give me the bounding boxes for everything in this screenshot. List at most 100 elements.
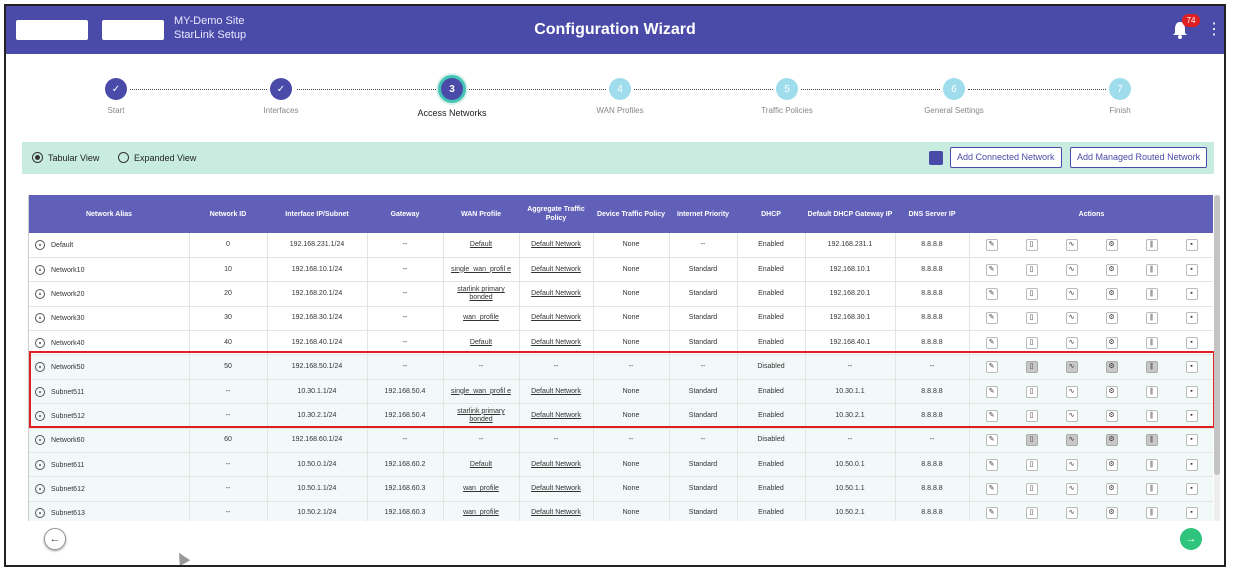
copy-icon[interactable]: ▯ [1025,336,1038,349]
export-icon[interactable] [929,151,943,165]
copy-icon[interactable]: ▯ [1025,287,1038,300]
delete-icon[interactable]: ▪ [1185,287,1198,300]
delete-icon[interactable]: ▪ [1185,238,1198,251]
table-row[interactable]: Network40 40 192.168.40.1/24 -- Default Defau… [29,330,1213,356]
table-row[interactable]: Network30 30 192.168.30.1/24 -- wan_profile D… [29,306,1213,332]
chart-icon[interactable]: ∿ [1065,458,1078,471]
delete-icon[interactable]: ▪ [1185,312,1198,325]
settings-icon[interactable]: ⚙ [1105,385,1118,398]
edit-icon[interactable]: ✎ [985,458,998,471]
edit-icon[interactable]: ✎ [985,312,998,325]
settings-icon[interactable]: ⚙ [1105,483,1118,496]
edit-icon[interactable]: ✎ [985,385,998,398]
settings-icon[interactable]: ⚙ [1105,287,1118,300]
table-scrollbar[interactable] [1214,195,1220,521]
column-header[interactable]: WAN Profile [443,195,519,233]
column-header[interactable]: Internet Priority [669,195,737,233]
column-header[interactable]: Default DHCP Gateway IP [805,195,895,233]
table-row[interactable]: Subnet611 -- 10.50.0.1/24 192.168.60.2 Defau… [29,452,1213,478]
chart-icon[interactable]: ∿ [1065,409,1078,422]
step-7[interactable]: 7 Finish [1070,64,1170,115]
traffic-policy-link[interactable]: Default Network [531,290,581,297]
traffic-policy-link[interactable]: Default Network [531,314,581,321]
step-6[interactable]: 6 General Settings [904,64,1004,115]
chart-icon[interactable]: ∿ [1065,238,1078,251]
table-row[interactable]: Subnet512 -- 10.30.2.1/24 192.168.50.4 starl… [29,403,1213,429]
step-5[interactable]: 5 Traffic Policies [737,64,837,115]
settings-icon[interactable]: ⚙ [1105,458,1118,471]
column-header[interactable]: Device Traffic Policy [593,195,669,233]
kebab-icon[interactable]: ⋮ [1206,20,1222,40]
column-header[interactable]: DNS Server IP [895,195,969,233]
edit-icon[interactable]: ✎ [985,263,998,276]
copy-icon[interactable]: ▯ [1025,458,1038,471]
table-row[interactable]: Subnet613 -- 10.50.2.1/24 192.168.60.3 wan_p… [29,501,1213,521]
edit-icon[interactable]: ✎ [985,434,998,447]
delete-icon[interactable]: ▪ [1185,458,1198,471]
step-4[interactable]: 4 WAN Profiles [570,64,670,115]
step-1[interactable]: ✓ Start [66,64,166,115]
wan-profile-link[interactable]: wan_profile [463,509,499,516]
chart-icon[interactable]: ∿ [1065,385,1078,398]
wan-profile-link[interactable]: wan_profile [463,485,499,492]
edit-icon[interactable]: ✎ [985,507,998,520]
table-row[interactable]: Default 0 192.168.231.1/24 -- Default Default… [29,233,1213,258]
wan-profile-link[interactable]: Default [470,241,492,248]
copy-icon[interactable]: ▯ [1025,409,1038,422]
traffic-policy-link[interactable]: Default Network [531,241,581,248]
delete-icon[interactable]: ▪ [1185,385,1198,398]
step-2[interactable]: ✓ Interfaces [231,64,331,115]
delete-icon[interactable]: ▪ [1185,263,1198,276]
copy-icon[interactable]: ▯ [1025,507,1038,520]
column-header[interactable]: Network Alias [29,195,189,233]
column-header[interactable]: Aggregate Traffic Policy [519,195,593,233]
traffic-policy-link[interactable]: Default Network [531,461,581,468]
back-button[interactable]: ← [44,528,66,550]
edit-icon[interactable]: ✎ [985,336,998,349]
copy-icon[interactable]: ▯ [1025,238,1038,251]
column-header[interactable]: Network ID [189,195,267,233]
pause-icon[interactable]: ∥ [1145,507,1158,520]
traffic-policy-link[interactable]: Default Network [531,509,581,516]
copy-icon[interactable]: ▯ [1025,483,1038,496]
edit-icon[interactable]: ✎ [985,483,998,496]
edit-icon[interactable]: ✎ [985,238,998,251]
add-connected-network-button[interactable]: Add Connected Network [950,147,1062,168]
scrollbar-thumb[interactable] [1214,195,1220,475]
chart-icon[interactable]: ∿ [1065,336,1078,349]
wan-profile-link[interactable]: wan_profile [463,314,499,321]
traffic-policy-link[interactable]: Default Network [531,485,581,492]
traffic-policy-link[interactable]: Default Network [531,266,581,273]
traffic-policy-link[interactable]: Default Network [531,412,581,419]
wan-profile-link[interactable]: single_wan_profil e [451,388,511,395]
next-button[interactable]: → [1180,528,1202,550]
copy-icon[interactable]: ▯ [1025,312,1038,325]
settings-icon[interactable]: ⚙ [1105,409,1118,422]
edit-icon[interactable]: ✎ [985,287,998,300]
expanded-view-radio[interactable]: Expanded View [118,152,196,163]
chart-icon[interactable]: ∿ [1065,483,1078,496]
settings-icon[interactable]: ⚙ [1105,507,1118,520]
table-row[interactable]: Network10 10 192.168.10.1/24 -- single_wan_p… [29,257,1213,283]
copy-icon[interactable]: ▯ [1025,263,1038,276]
pause-icon[interactable]: ∥ [1145,458,1158,471]
traffic-policy-link[interactable]: Default Network [531,388,581,395]
delete-icon[interactable]: ▪ [1185,483,1198,496]
edit-icon[interactable]: ✎ [985,409,998,422]
settings-icon[interactable]: ⚙ [1105,238,1118,251]
step-3[interactable]: 3 Access Networks [402,64,502,118]
delete-icon[interactable]: ▪ [1185,507,1198,520]
column-header[interactable]: Actions [969,195,1213,233]
chart-icon[interactable]: ∿ [1065,312,1078,325]
chart-icon[interactable]: ∿ [1065,263,1078,276]
column-header[interactable]: Gateway [367,195,443,233]
pause-icon[interactable]: ∥ [1145,238,1158,251]
delete-icon[interactable]: ▪ [1185,409,1198,422]
chart-icon[interactable]: ∿ [1065,287,1078,300]
column-header[interactable]: DHCP [737,195,805,233]
settings-icon[interactable]: ⚙ [1105,312,1118,325]
edit-icon[interactable]: ✎ [985,361,998,374]
pause-icon[interactable]: ∥ [1145,385,1158,398]
settings-icon[interactable]: ⚙ [1105,263,1118,276]
delete-icon[interactable]: ▪ [1185,434,1198,447]
